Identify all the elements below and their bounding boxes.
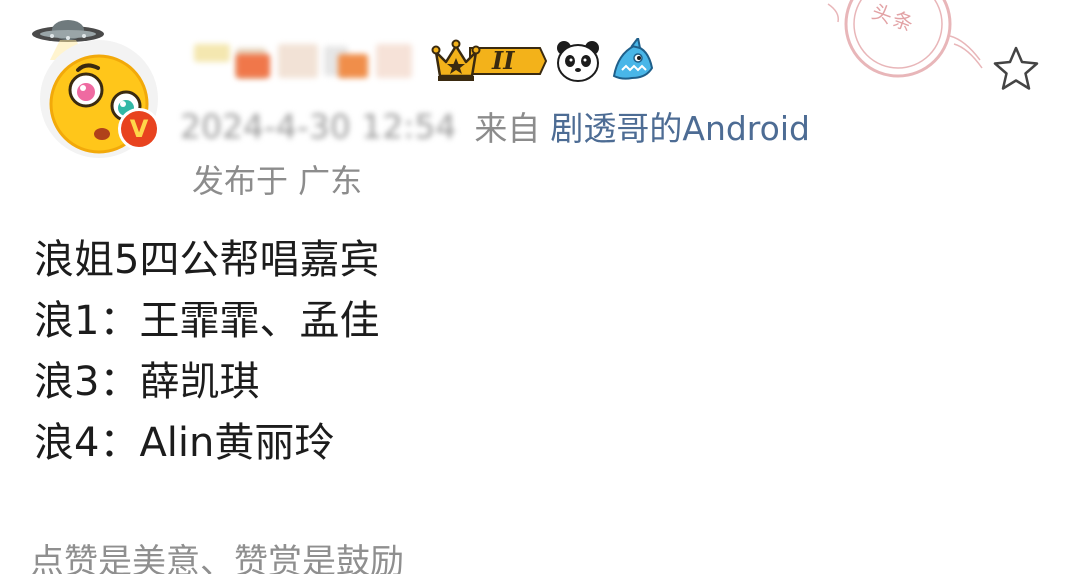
post-from-label: 来自 — [474, 109, 541, 148]
avatar-area[interactable]: V — [30, 12, 170, 158]
post-meta-line: 2024-4-30 12:54 来自 剧透哥的Android — [180, 102, 810, 150]
post-line: 浪3：薛凯琪 — [34, 359, 260, 405]
post-line: 浪姐5四公帮唱嘉宾 — [34, 237, 380, 283]
reward-prompt: 点赞是美意、赞赏是鼓励 — [30, 542, 404, 574]
crown-vip-icon[interactable] — [430, 38, 548, 84]
post-body: 浪姐5四公帮唱嘉宾 浪1：王霏霏、孟佳 浪3：薛凯琪 浪4：Alin黄丽玲 — [34, 230, 379, 474]
shark-icon[interactable] — [608, 38, 656, 84]
weibo-post-card: V II 头条 2024-4-30 12:54 来自 剧透哥的Android 发… — [0, 0, 1079, 574]
panda-icon[interactable] — [554, 38, 602, 84]
username-redacted[interactable] — [190, 36, 420, 82]
star-outline-icon[interactable] — [990, 44, 1042, 96]
post-location: 发布于 广东 — [192, 162, 363, 200]
post-time: 2024-4-30 12:54 — [180, 106, 457, 146]
post-line: 浪4：Alin黄丽玲 — [34, 420, 335, 466]
vip-level-label: II — [492, 46, 515, 75]
post-source-link[interactable]: 剧透哥的Android — [550, 102, 810, 150]
post-line: 浪1：王霏霏、孟佳 — [34, 298, 380, 344]
verified-v-icon: V — [118, 108, 160, 150]
